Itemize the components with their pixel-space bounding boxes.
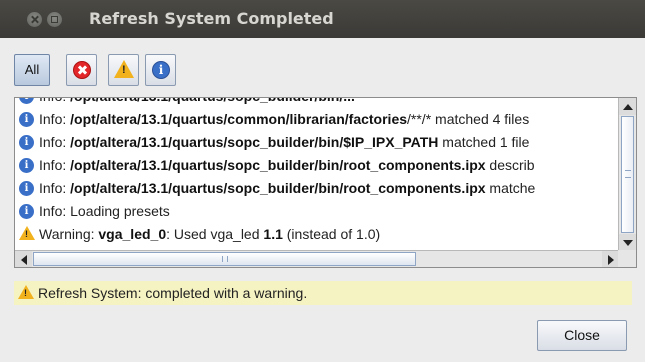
filter-errors-button[interactable] bbox=[66, 54, 97, 86]
scroll-right-icon[interactable] bbox=[602, 251, 619, 267]
info-icon: i bbox=[152, 61, 170, 79]
horizontal-scroll-thumb[interactable] bbox=[33, 252, 416, 266]
message-log[interactable]: iInfo: /opt/altera/13.1/quartus/sopc_bui… bbox=[14, 97, 637, 268]
warning-icon: ! bbox=[114, 60, 134, 78]
message-list: iInfo: /opt/altera/13.1/quartus/sopc_bui… bbox=[15, 98, 615, 251]
close-button[interactable]: Close bbox=[537, 320, 627, 351]
error-icon bbox=[73, 61, 91, 79]
filter-info-button[interactable]: i bbox=[145, 54, 176, 86]
dialog-window: Refresh System Completed All ! i i Info: … bbox=[0, 0, 645, 362]
horizontal-scrollbar[interactable] bbox=[15, 250, 619, 267]
list-item[interactable]: i Info: /opt/altera/13.1/quartus/sopc_bui… bbox=[19, 131, 529, 154]
scroll-down-icon[interactable] bbox=[619, 234, 636, 251]
window-minimize-icon[interactable] bbox=[47, 12, 62, 27]
window-title: Refresh System Completed bbox=[89, 9, 334, 28]
status-bar: ! Refresh System: completed with a warnin… bbox=[14, 281, 632, 305]
info-icon: i bbox=[19, 134, 34, 150]
title-bar: Refresh System Completed bbox=[0, 0, 645, 38]
warning-icon: ! bbox=[18, 285, 34, 300]
info-icon: i bbox=[19, 203, 34, 219]
list-item[interactable]: i Info: /opt/altera/13.1/quartus/sopc_bui… bbox=[19, 154, 535, 177]
vertical-scroll-thumb[interactable] bbox=[621, 116, 634, 233]
scrollbar-corner bbox=[618, 250, 636, 267]
scroll-up-icon[interactable] bbox=[619, 98, 636, 115]
vertical-scrollbar[interactable] bbox=[618, 98, 636, 251]
filter-warnings-button[interactable]: ! bbox=[108, 54, 139, 86]
window-close-icon[interactable] bbox=[27, 12, 42, 27]
info-icon: i bbox=[19, 157, 34, 173]
filter-all-button[interactable]: All bbox=[14, 54, 50, 86]
info-icon: i bbox=[19, 180, 34, 196]
info-icon: i bbox=[19, 98, 34, 104]
list-item: iInfo: /opt/altera/13.1/quartus/sopc_bui… bbox=[19, 98, 355, 108]
warning-icon: ! bbox=[19, 226, 35, 241]
list-item[interactable]: i Info: /opt/altera/13.1/quartus/common/l… bbox=[19, 108, 529, 131]
info-icon: i bbox=[19, 111, 34, 127]
list-item[interactable]: ! Warning: vga_led_0: Used vga_led 1.1 (i… bbox=[19, 223, 380, 246]
list-item[interactable]: i Info: /opt/altera/13.1/quartus/sopc_bui… bbox=[19, 177, 535, 200]
status-message: Refresh System: completed with a warning… bbox=[38, 285, 308, 301]
list-item[interactable]: i Info: Loading presets bbox=[19, 200, 170, 223]
scroll-left-icon[interactable] bbox=[15, 251, 32, 267]
